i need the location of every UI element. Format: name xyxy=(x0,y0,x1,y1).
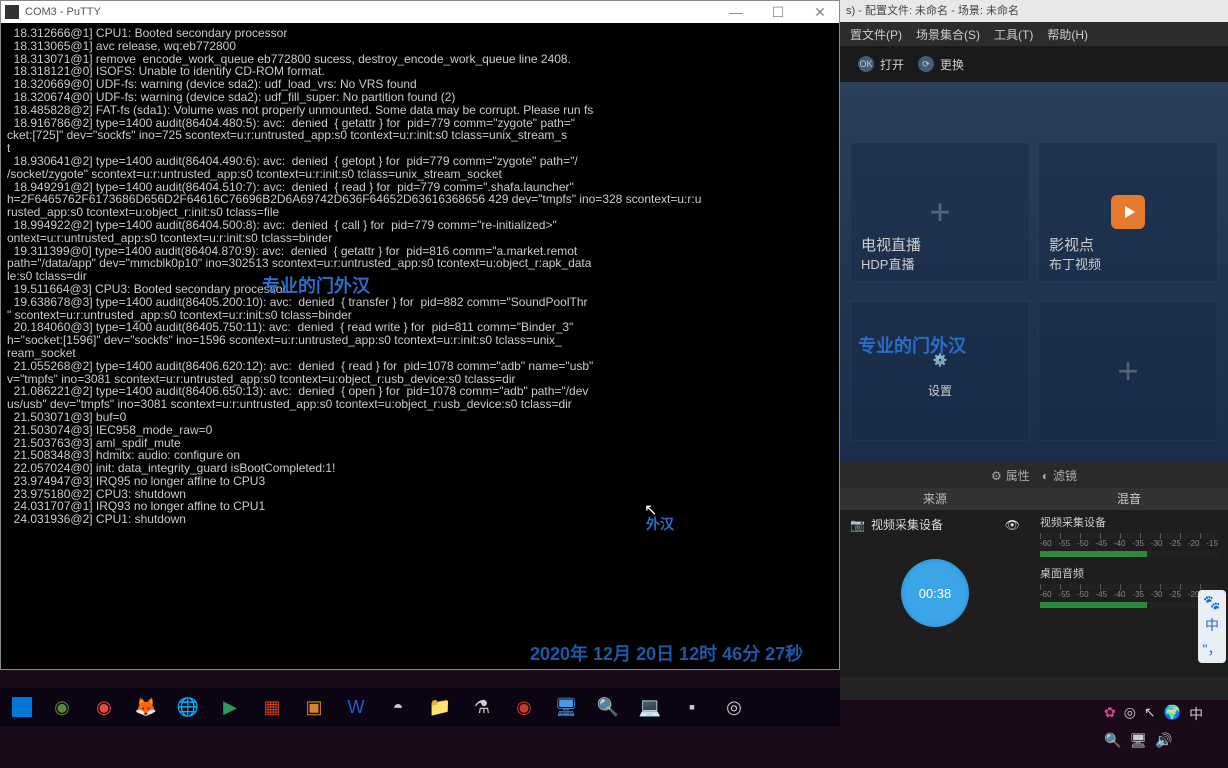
system-tray[interactable]: ✿ ◎ ↖ 🌍 中 🔍 🖥 🔊 xyxy=(1098,698,1228,768)
timer-disc: 00:38 xyxy=(901,559,969,627)
taskbar-monitor-icon[interactable]: 🖥 xyxy=(554,695,578,719)
taskbar-putty-icon[interactable]: ▪ xyxy=(680,695,704,719)
terminal-output[interactable]: 18.312666@1] CPU1: Booted secondary proc… xyxy=(1,23,839,530)
taskbar-firefox-icon[interactable]: 🦊 xyxy=(134,695,158,719)
obs-midbar: 属性 滤镜 xyxy=(840,462,1228,488)
tile-tv[interactable]: + 电视直播 HDP直播 xyxy=(850,142,1030,282)
mixer-header: 混音 xyxy=(1030,488,1228,510)
eye-icon[interactable]: 👁 xyxy=(1005,518,1020,532)
taskbar-system-icon[interactable]: 💻 xyxy=(638,695,662,719)
gear-icon: ⚙️ xyxy=(924,344,956,376)
taskbar-explorer-icon[interactable]: 📁 xyxy=(428,695,452,719)
paw-icon[interactable]: 🐾 xyxy=(1203,594,1220,611)
tray-ime[interactable]: 中 xyxy=(1189,704,1203,724)
tile-movie[interactable]: 影视点 布丁视频 xyxy=(1038,142,1218,282)
tray-globe-icon[interactable]: 🌍 xyxy=(1164,704,1181,724)
taskbar-bubbles-icon[interactable]: ⚗ xyxy=(470,695,494,719)
plus-icon: + xyxy=(1117,350,1138,392)
taskbar-music-icon[interactable]: ◉ xyxy=(92,695,116,719)
putty-titlebar[interactable]: COM3 - PuTTY — ☐ ✕ xyxy=(1,1,839,23)
tray-search-icon[interactable]: 🔍 xyxy=(1104,732,1121,749)
putty-title: COM3 - PuTTY xyxy=(25,6,101,18)
menu-scene-file[interactable]: 置文件(P) xyxy=(850,26,902,43)
mixer-video-src[interactable]: 视频采集设备 -60-55-50-45-40-35-30-25-20-15 xyxy=(1030,510,1228,561)
minimize-button[interactable]: — xyxy=(721,4,751,21)
camera-icon: 📷 xyxy=(850,518,865,532)
taskbar-steam-icon[interactable]: ◓ xyxy=(386,695,410,719)
tray-cursor-icon[interactable]: ↖ xyxy=(1144,704,1156,724)
preview-area: + 电视直播 HDP直播 影视点 布丁视频 ⚙️ 设置 + xyxy=(840,82,1228,462)
obs-menubar: 置文件(P) 场景集合(S) 工具(T) 帮助(H) xyxy=(840,22,1228,46)
taskbar-idm-icon[interactable]: ◉ xyxy=(50,695,74,719)
filter-button[interactable]: 滤镜 xyxy=(1042,467,1077,484)
taskbar-app-icon[interactable]: ▦ xyxy=(260,695,284,719)
open-button[interactable]: OK打开 xyxy=(858,56,904,73)
source-header: 来源 xyxy=(840,488,1030,510)
tray-flower-icon[interactable]: ✿ xyxy=(1104,704,1116,724)
side-widget[interactable]: 🐾 中 "， xyxy=(1198,590,1226,663)
tray-obs-icon[interactable]: ◎ xyxy=(1124,704,1136,724)
taskbar-red-icon[interactable]: ◉ xyxy=(512,695,536,719)
tray-display-icon[interactable]: 🖥 xyxy=(1129,732,1147,749)
comma-icon[interactable]: "， xyxy=(1203,639,1222,659)
menu-tools[interactable]: 工具(T) xyxy=(994,26,1033,43)
putty-icon xyxy=(5,5,19,19)
menu-help[interactable]: 帮助(H) xyxy=(1047,26,1088,43)
taskbar-app2-icon[interactable]: ▣ xyxy=(302,695,326,719)
taskbar-media-icon[interactable]: ▶ xyxy=(218,695,242,719)
source-panel: 来源 📷 视频采集设备 👁 00:38 xyxy=(840,488,1030,678)
tile-settings[interactable]: ⚙️ 设置 xyxy=(850,301,1030,441)
obs-window: s) - 配置文件: 未命名 - 场景: 未命名 置文件(P) 场景集合(S) … xyxy=(840,0,1228,700)
start-button[interactable] xyxy=(12,697,32,717)
obs-toolbar: OK打开 ⟳更换 xyxy=(840,46,1228,82)
taskbar-obs-icon[interactable]: ◎ xyxy=(722,695,746,719)
attrs-button[interactable]: 属性 xyxy=(991,467,1030,484)
replace-button[interactable]: ⟳更换 xyxy=(918,56,964,73)
timestamp-overlay: 2020年 12月 20日 12时 46分 27秒 xyxy=(530,640,803,666)
maximize-button[interactable]: ☐ xyxy=(763,4,793,21)
taskbar-search-icon[interactable]: 🔍 xyxy=(596,695,620,719)
taskbar-chrome-icon[interactable]: 🌐 xyxy=(176,695,200,719)
obs-titlebar[interactable]: s) - 配置文件: 未命名 - 场景: 未命名 xyxy=(840,0,1228,22)
taskbar-word-icon[interactable]: W xyxy=(344,695,368,719)
menu-scene-set[interactable]: 场景集合(S) xyxy=(916,26,980,43)
tile-empty-1[interactable]: + xyxy=(1038,301,1218,441)
play-icon xyxy=(1111,195,1145,229)
plus-icon: + xyxy=(929,191,950,233)
ime-label[interactable]: 中 xyxy=(1205,615,1219,635)
tray-volume-icon[interactable]: 🔊 xyxy=(1155,732,1172,749)
source-item-video[interactable]: 📷 视频采集设备 👁 xyxy=(840,510,1030,539)
close-button[interactable]: ✕ xyxy=(805,4,835,21)
putty-window: COM3 - PuTTY — ☐ ✕ 18.312666@1] CPU1: Bo… xyxy=(0,0,840,670)
taskbar[interactable]: ◉ ◉ 🦊 🌐 ▶ ▦ ▣ W ◓ 📁 ⚗ ◉ 🖥 🔍 💻 ▪ ◎ xyxy=(0,688,840,726)
